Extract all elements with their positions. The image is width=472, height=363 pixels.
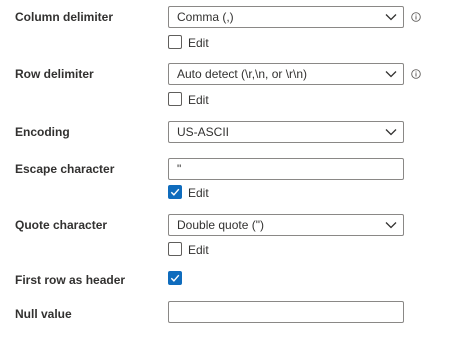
chevron-down-icon [385,71,397,78]
column-delimiter-edit-label: Edit [188,36,209,50]
row-delimiter-value: Auto detect (\r,\n, or \r\n) [177,67,308,81]
column-delimiter-label: Column delimiter [15,10,114,24]
encoding-label: Encoding [15,125,70,139]
encoding-value: US-ASCII [177,125,230,139]
chevron-down-icon [385,14,397,21]
checkmark-icon [170,274,180,282]
escape-character-value: " [177,162,182,176]
escape-character-edit-label: Edit [188,186,209,200]
first-row-header-label: First row as header [15,273,126,287]
row-delimiter-edit-checkbox[interactable] [168,92,182,106]
quote-character-dropdown[interactable]: Double quote (") [168,214,404,236]
quote-character-edit-label: Edit [188,243,209,257]
column-delimiter-value: Comma (,) [177,10,234,24]
escape-character-label: Escape character [15,162,115,176]
row-delimiter-label: Row delimiter [15,67,94,81]
row-delimiter-dropdown[interactable]: Auto detect (\r,\n, or \r\n) [168,63,404,85]
quote-character-edit-checkbox[interactable] [168,242,182,256]
quote-character-label: Quote character [15,218,108,232]
encoding-dropdown[interactable]: US-ASCII [168,121,404,143]
quote-character-value: Double quote (") [177,218,264,232]
chevron-down-icon [385,129,397,136]
escape-character-input[interactable]: " [168,158,404,180]
checkmark-icon [170,188,180,196]
first-row-header-checkbox[interactable] [168,271,182,285]
null-value-label: Null value [15,307,72,321]
column-delimiter-dropdown[interactable]: Comma (,) [168,6,404,28]
column-delimiter-edit-checkbox[interactable] [168,35,182,49]
info-icon[interactable] [411,69,421,79]
chevron-down-icon [385,222,397,229]
null-value-input[interactable] [168,301,404,323]
info-icon[interactable] [411,12,421,22]
row-delimiter-edit-label: Edit [188,93,209,107]
escape-character-edit-checkbox[interactable] [168,185,182,199]
